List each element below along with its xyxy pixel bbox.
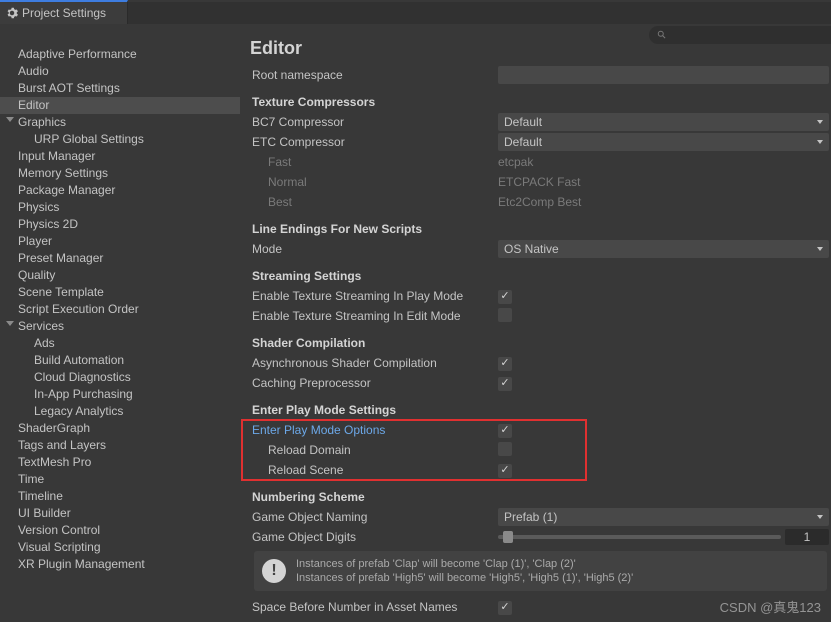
sidebar-item-editor[interactable]: Editor <box>0 97 240 114</box>
bc7-label: BC7 Compressor <box>250 115 498 129</box>
async-shader-label: Asynchronous Shader Compilation <box>250 356 498 370</box>
info-line-2: Instances of prefab 'High5' will become … <box>296 571 633 585</box>
enter-play-heading: Enter Play Mode Settings <box>250 403 831 417</box>
sidebar-item-iap[interactable]: In-App Purchasing <box>0 386 240 403</box>
sidebar-item-adaptive-performance[interactable]: Adaptive Performance <box>0 46 240 63</box>
game-obj-naming-label: Game Object Naming <box>250 510 498 524</box>
normal-value: ETCPACK Fast <box>498 175 829 189</box>
numbering-info-box: ! Instances of prefab 'Clap' will become… <box>254 551 827 591</box>
numbering-heading: Numbering Scheme <box>250 490 831 504</box>
normal-label: Normal <box>250 175 498 189</box>
enable-tex-edit-label: Enable Texture Streaming In Edit Mode <box>250 309 498 323</box>
etc-dropdown[interactable]: Default <box>498 133 829 151</box>
sidebar-item-legacy-analytics[interactable]: Legacy Analytics <box>0 403 240 420</box>
sidebar-item-input-manager[interactable]: Input Manager <box>0 148 240 165</box>
chevron-down-icon <box>817 247 823 251</box>
sidebar-item-xr-plugin[interactable]: XR Plugin Management <box>0 556 240 573</box>
sidebar-item-build-automation[interactable]: Build Automation <box>0 352 240 369</box>
space-before-checkbox[interactable] <box>498 601 512 615</box>
root-namespace-label: Root namespace <box>250 68 498 82</box>
settings-sidebar: Adaptive Performance Audio Burst AOT Set… <box>0 24 240 622</box>
async-shader-checkbox[interactable] <box>498 357 512 371</box>
sidebar-item-tags-layers[interactable]: Tags and Layers <box>0 437 240 454</box>
slider-thumb[interactable] <box>503 531 513 543</box>
chevron-down-icon <box>6 321 14 326</box>
chevron-down-icon <box>817 140 823 144</box>
sidebar-item-scene-template[interactable]: Scene Template <box>0 284 240 301</box>
window-title: Project Settings <box>22 6 106 20</box>
best-label: Best <box>250 195 498 209</box>
shader-comp-heading: Shader Compilation <box>250 336 831 350</box>
sidebar-item-visual-scripting[interactable]: Visual Scripting <box>0 539 240 556</box>
sidebar-item-ui-builder[interactable]: UI Builder <box>0 505 240 522</box>
highlight-annotation <box>241 419 587 481</box>
space-before-label: Space Before Number in Asset Names <box>250 600 498 614</box>
chevron-down-icon <box>6 117 14 122</box>
enable-tex-play-checkbox[interactable] <box>498 290 512 304</box>
etc-label: ETC Compressor <box>250 135 498 149</box>
mode-dropdown[interactable]: OS Native <box>498 240 829 258</box>
enable-tex-edit-checkbox[interactable] <box>498 308 512 322</box>
info-line-1: Instances of prefab 'Clap' will become '… <box>296 557 633 571</box>
game-obj-digits-label: Game Object Digits <box>250 530 498 544</box>
sidebar-item-version-control[interactable]: Version Control <box>0 522 240 539</box>
sidebar-item-urp-global[interactable]: URP Global Settings <box>0 131 240 148</box>
sidebar-item-memory[interactable]: Memory Settings <box>0 165 240 182</box>
sidebar-item-physics[interactable]: Physics <box>0 199 240 216</box>
chevron-down-icon <box>817 515 823 519</box>
enable-tex-play-label: Enable Texture Streaming In Play Mode <box>250 289 498 303</box>
sidebar-item-shadergraph[interactable]: ShaderGraph <box>0 420 240 437</box>
info-icon: ! <box>262 559 286 583</box>
game-obj-digits-value[interactable]: 1 <box>785 529 829 545</box>
texture-compressors-heading: Texture Compressors <box>250 95 831 109</box>
best-value: Etc2Comp Best <box>498 195 829 209</box>
sidebar-item-services[interactable]: Services <box>0 318 240 335</box>
chevron-down-icon <box>817 120 823 124</box>
sidebar-item-textmeshpro[interactable]: TextMesh Pro <box>0 454 240 471</box>
caching-pre-checkbox[interactable] <box>498 377 512 391</box>
sidebar-item-quality[interactable]: Quality <box>0 267 240 284</box>
streaming-heading: Streaming Settings <box>250 269 831 283</box>
sidebar-item-burst-aot[interactable]: Burst AOT Settings <box>0 80 240 97</box>
sidebar-item-ads[interactable]: Ads <box>0 335 240 352</box>
line-endings-heading: Line Endings For New Scripts <box>250 222 831 236</box>
bc7-dropdown[interactable]: Default <box>498 113 829 131</box>
sidebar-item-graphics[interactable]: Graphics <box>0 114 240 131</box>
search-input[interactable] <box>649 26 831 44</box>
fast-value: etcpak <box>498 155 829 169</box>
sidebar-item-time[interactable]: Time <box>0 471 240 488</box>
sidebar-item-player[interactable]: Player <box>0 233 240 250</box>
game-obj-digits-slider[interactable] <box>498 535 781 539</box>
game-obj-naming-dropdown[interactable]: Prefab (1) <box>498 508 829 526</box>
editor-settings-panel: Editor Root namespace Texture Compressor… <box>240 24 831 622</box>
mode-label: Mode <box>250 242 498 256</box>
watermark: CSDN @真鬼123 <box>720 597 821 616</box>
sidebar-item-physics-2d[interactable]: Physics 2D <box>0 216 240 233</box>
window-tab[interactable]: Project Settings <box>0 0 128 24</box>
sidebar-item-timeline[interactable]: Timeline <box>0 488 240 505</box>
sidebar-item-script-exec-order[interactable]: Script Execution Order <box>0 301 240 318</box>
fast-label: Fast <box>250 155 498 169</box>
sidebar-item-preset-manager[interactable]: Preset Manager <box>0 250 240 267</box>
sidebar-item-cloud-diagnostics[interactable]: Cloud Diagnostics <box>0 369 240 386</box>
sidebar-item-package-manager[interactable]: Package Manager <box>0 182 240 199</box>
search-icon <box>657 30 667 40</box>
root-namespace-input[interactable] <box>498 66 829 84</box>
sidebar-item-audio[interactable]: Audio <box>0 63 240 80</box>
caching-pre-label: Caching Preprocessor <box>250 376 498 390</box>
gear-icon <box>6 7 18 19</box>
